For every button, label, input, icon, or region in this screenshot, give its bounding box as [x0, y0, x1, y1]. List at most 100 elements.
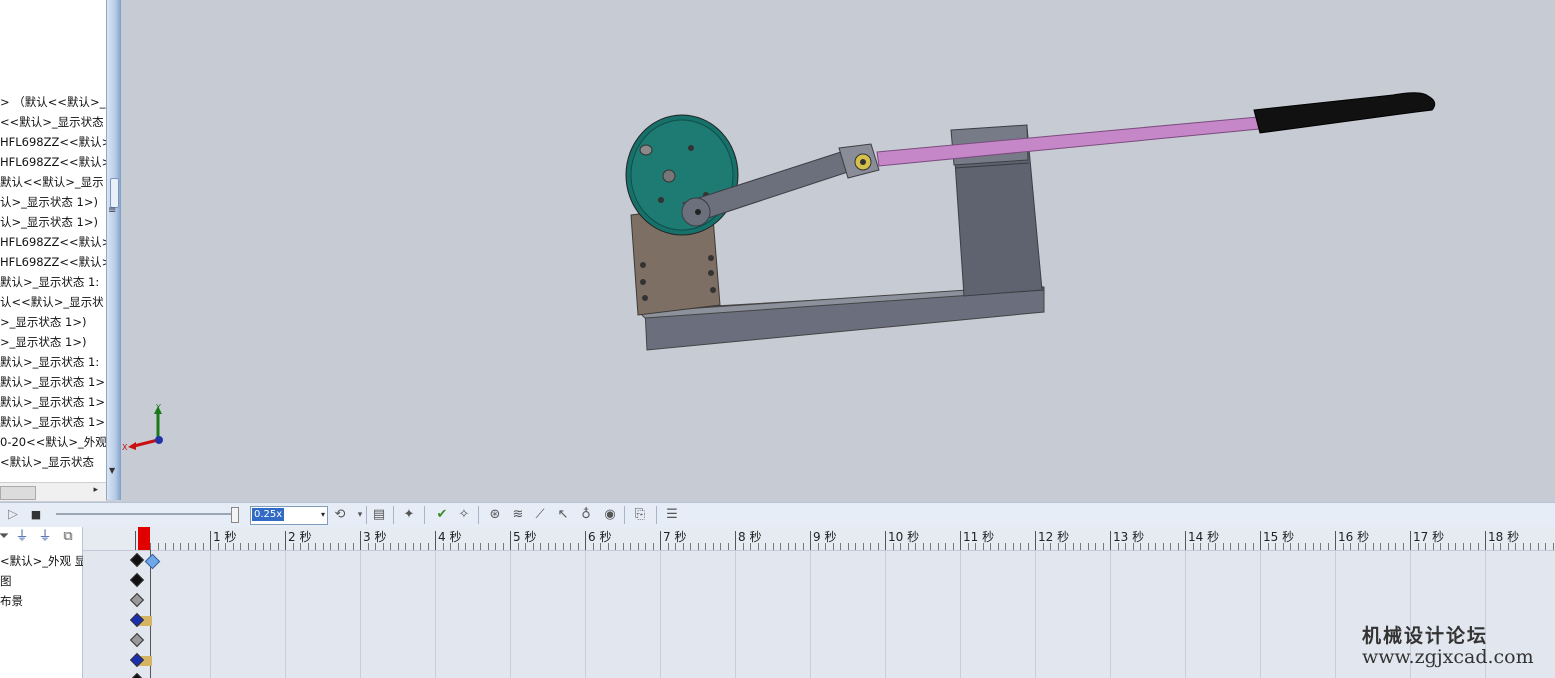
- time-minor-tick: [1537, 543, 1539, 550]
- feature-tree[interactable]: > （默认<<默认>_显 <<默认>_显示状态 HFL698ZZ<<默认>_ HFL6…: [0, 0, 106, 500]
- time-minor-tick: [1065, 543, 1066, 550]
- tree-item[interactable]: 默认>_显示状态 1>: [0, 373, 105, 391]
- tree-item[interactable]: >_显示状态 1>): [0, 313, 86, 331]
- collapse-icon[interactable]: ≡: [108, 205, 116, 216]
- tree-item[interactable]: 默认>_显示状态 1>: [0, 393, 105, 411]
- time-minor-tick: [1290, 543, 1291, 550]
- keyframe-diamond[interactable]: [144, 553, 161, 570]
- tree-item[interactable]: HFL698ZZ<<默认>_: [0, 153, 106, 171]
- filter-selected-icon[interactable]: ⧉: [58, 527, 78, 547]
- time-minor-tick: [465, 543, 466, 550]
- chevron-down-icon[interactable]: ▾: [321, 508, 325, 522]
- time-minor-tick: [1207, 543, 1209, 550]
- keyframe-diamond[interactable]: [129, 572, 145, 588]
- tree-item[interactable]: HFL698ZZ<<默认>_: [0, 253, 106, 271]
- motion-tree-row[interactable]: 图: [0, 572, 12, 590]
- spring-icon[interactable]: ≋: [508, 505, 528, 525]
- tree-item[interactable]: 默认>_显示状态 1>: [0, 413, 105, 431]
- tree-item[interactable]: 默认>_显示状态 1:: [0, 273, 99, 291]
- tree-item[interactable]: 认>_显示状态 1>): [0, 193, 98, 211]
- time-minor-tick: [262, 543, 264, 550]
- add-key-icon[interactable]: ✧: [454, 505, 474, 525]
- time-minor-tick: [1372, 543, 1374, 550]
- time-minor-tick: [712, 543, 714, 550]
- time-gridline: [1335, 551, 1336, 678]
- tree-item[interactable]: HFL698ZZ<<默认>_: [0, 233, 106, 251]
- autokey-icon[interactable]: ✔: [432, 505, 452, 525]
- tree-horizontal-scrollbar[interactable]: ▸: [0, 482, 106, 501]
- playback-slider-thumb[interactable]: [231, 507, 239, 523]
- time-tick: [210, 531, 211, 550]
- play-button[interactable]: ▷: [3, 505, 23, 525]
- time-minor-tick: [802, 543, 804, 550]
- time-tick: [810, 531, 811, 550]
- splitter-grip[interactable]: [110, 178, 119, 208]
- damper-icon[interactable]: ⟋: [530, 505, 550, 525]
- motion-timeline[interactable]: 01 秒2 秒3 秒4 秒5 秒6 秒7 秒8 秒9 秒10 秒11 秒12 秒…: [83, 527, 1555, 678]
- tree-item[interactable]: <默认>_显示状态: [0, 453, 94, 471]
- contact-icon[interactable]: ♁: [576, 505, 596, 525]
- motion-feature-tree[interactable]: ⏷ ⏚ ⏚ ⧉ <默认>_外观 显 图 布景: [0, 527, 86, 678]
- keyframe-diamond[interactable]: [129, 592, 145, 608]
- time-minor-tick: [615, 543, 616, 550]
- time-minor-tick: [1215, 543, 1216, 550]
- stop-button[interactable]: ■: [26, 505, 46, 525]
- keyframe-diamond[interactable]: [129, 672, 145, 678]
- time-minor-tick: [487, 543, 489, 550]
- filter-driving-icon[interactable]: ⏚: [35, 527, 55, 547]
- scroll-down-icon[interactable]: ▼: [109, 466, 115, 475]
- playback-speed-select[interactable]: 0.25x ▾: [250, 506, 328, 525]
- tree-item[interactable]: 认<<默认>_显示状: [0, 293, 104, 311]
- properties-icon[interactable]: ☰: [662, 505, 682, 525]
- tree-item[interactable]: >_显示状态 1>): [0, 333, 86, 351]
- mechanism-model: [625, 92, 1436, 351]
- time-tick: [885, 531, 886, 550]
- save-animation-icon[interactable]: ▤: [369, 505, 389, 525]
- playback-speed-value: 0.25x: [252, 508, 285, 521]
- tree-item[interactable]: 默认<<默认>_显示: [0, 173, 104, 191]
- time-minor-tick: [1500, 543, 1501, 550]
- timeline-playhead[interactable]: [138, 527, 150, 550]
- tree-item[interactable]: 认>_显示状态 1>): [0, 213, 98, 231]
- tree-item[interactable]: HFL698ZZ<<默认>_: [0, 133, 106, 151]
- time-minor-tick: [405, 543, 406, 550]
- results-icon[interactable]: ⎘: [630, 505, 650, 525]
- scroll-thumb[interactable]: [0, 486, 36, 500]
- time-ruler[interactable]: 01 秒2 秒3 秒4 秒5 秒6 秒7 秒8 秒9 秒10 秒11 秒12 秒…: [83, 527, 1555, 551]
- tree-item[interactable]: > （默认<<默认>_显: [0, 93, 106, 111]
- gravity-icon[interactable]: ◉: [600, 505, 620, 525]
- animation-wizard-icon[interactable]: ✦: [399, 505, 419, 525]
- keyframe-diamond[interactable]: [129, 632, 145, 648]
- motion-tree-row[interactable]: 布景: [0, 592, 23, 610]
- panel-splitter[interactable]: ≡ ▼: [106, 0, 121, 500]
- force-icon[interactable]: ↖: [553, 505, 573, 525]
- tree-item[interactable]: 默认>_显示状态 1:: [0, 353, 99, 371]
- time-minor-tick: [1080, 543, 1081, 550]
- time-tick: [1035, 531, 1036, 550]
- time-minor-tick: [1042, 543, 1044, 550]
- time-minor-tick: [540, 543, 541, 550]
- motion-tree-row[interactable]: <默认>_外观 显: [0, 552, 86, 570]
- time-minor-tick: [622, 543, 624, 550]
- scroll-right-icon[interactable]: ▸: [93, 485, 98, 495]
- keyframe-diamond[interactable]: [129, 552, 145, 568]
- time-minor-tick: [472, 543, 474, 550]
- time-minor-tick: [1230, 543, 1231, 550]
- time-minor-tick: [195, 543, 196, 550]
- motor-icon[interactable]: ⊛: [485, 505, 505, 525]
- loop-mode-icon[interactable]: ⟲: [330, 505, 350, 525]
- time-minor-tick: [1552, 543, 1554, 550]
- playback-slider[interactable]: [56, 513, 238, 515]
- tree-item[interactable]: <<默认>_显示状态: [0, 113, 104, 131]
- motion-toolbar: ▷ ■ 0.25x ▾ ⟲ ▾ ▤ ✦ ✔ ✧ ⊛ ≋ ⟋ ↖ ♁ ◉ ⎘ ☰: [0, 502, 1555, 528]
- time-minor-tick: [390, 543, 391, 550]
- time-gridline: [735, 551, 736, 678]
- chevron-down-icon[interactable]: ▾: [350, 505, 370, 525]
- filter-animated-icon[interactable]: ⏚: [12, 527, 32, 547]
- time-tick: [1335, 531, 1336, 550]
- time-minor-tick: [172, 543, 174, 550]
- tree-item[interactable]: 0-20<<默认>_外观: [0, 433, 106, 451]
- time-minor-tick: [480, 543, 481, 550]
- time-minor-tick: [1365, 543, 1366, 550]
- time-gridline: [810, 551, 811, 678]
